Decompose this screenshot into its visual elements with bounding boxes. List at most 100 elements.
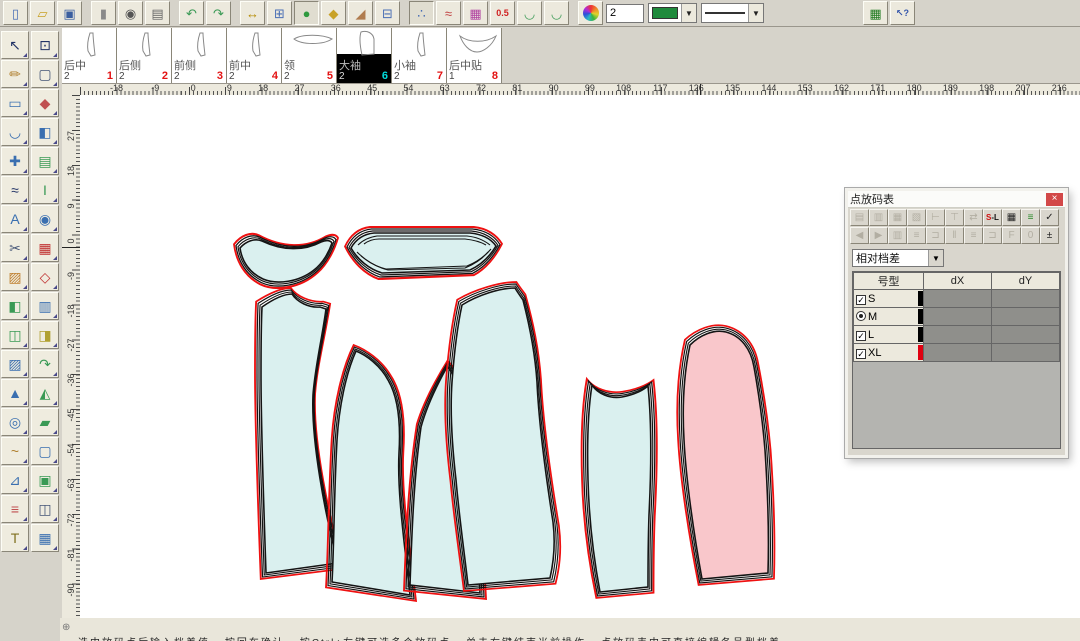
f-zero-button[interactable]: F [1002, 227, 1021, 244]
line-style-select[interactable]: ▼ [701, 3, 764, 23]
grading-table-button[interactable]: ▦ [1002, 209, 1021, 226]
curtain-tool[interactable]: ▦ [31, 524, 59, 552]
next-size-button[interactable]: ▶ [869, 227, 888, 244]
dy-cell-XL[interactable] [992, 344, 1060, 362]
stitch-line-tool[interactable]: ≡ [1, 495, 29, 523]
panel-titlebar[interactable]: 点放码表 × [848, 191, 1065, 208]
copy-corner-button[interactable]: ⊐ [926, 227, 945, 244]
chevron-down-icon[interactable]: ▼ [748, 4, 763, 22]
dx-cell-XL[interactable] [924, 344, 992, 362]
piece-tab-4[interactable]: 前中24 [227, 28, 282, 83]
rotate-piece-tool[interactable]: ↷ [31, 350, 59, 378]
piece-tab-8[interactable]: 后中贴18 [447, 28, 502, 83]
chevron-down-icon[interactable]: ▼ [928, 250, 943, 266]
send-net-button[interactable]: ⊟ [375, 1, 400, 25]
zero-steps-button[interactable]: 0 [1021, 227, 1040, 244]
dx-cell-L[interactable] [924, 326, 992, 344]
size-radio[interactable] [856, 311, 866, 321]
dy-cell-S[interactable] [992, 290, 1060, 308]
back-side-piece[interactable] [332, 351, 410, 595]
undo-button[interactable]: ↶ [179, 1, 204, 25]
color-size-grid-button[interactable]: ▦ [463, 1, 488, 25]
save-file-button[interactable]: ▣ [57, 1, 82, 25]
piece-tab-7[interactable]: 小袖27 [392, 28, 447, 83]
trapezoid-tool[interactable]: ▰ [31, 408, 59, 436]
curve-concave-button[interactable]: ◡ [517, 1, 542, 25]
piece-tab-3[interactable]: 前侧23 [172, 28, 227, 83]
curve-notch-button[interactable]: ◡ [544, 1, 569, 25]
curve-chart-button[interactable]: ≈ [436, 1, 461, 25]
bag-tool[interactable]: ◧ [1, 292, 29, 320]
copy-grading-button[interactable]: ▦ [888, 209, 907, 226]
point-cross-tool[interactable]: ✚ [1, 147, 29, 175]
sewing-machine-tool[interactable]: ▥ [31, 292, 59, 320]
window-grid-button[interactable]: ⊞ [267, 1, 292, 25]
piece-tab-2[interactable]: 后侧22 [117, 28, 172, 83]
grading-mode-dropdown[interactable]: 相对档差 ▼ [852, 249, 944, 267]
pair-lines-button[interactable]: ‖ [945, 227, 964, 244]
arc-tool[interactable]: ◡ [1, 118, 29, 146]
dx-cell-S[interactable] [924, 290, 992, 308]
size-cell-M[interactable]: M [854, 308, 924, 326]
patch-tool[interactable]: ▤ [31, 147, 59, 175]
pencil-tool[interactable]: ✏ [1, 60, 29, 88]
measure-star-button[interactable]: ↔ [240, 1, 265, 25]
size-checkbox[interactable]: ✓ [856, 331, 866, 341]
pleats-tool[interactable]: ▲ [1, 379, 29, 407]
plotter-button[interactable]: ▤ [145, 1, 170, 25]
color-wheel-button[interactable] [578, 1, 603, 25]
color-select[interactable]: ▼ [648, 3, 697, 23]
size-checkbox[interactable]: ✓ [856, 349, 866, 359]
front-center-piece[interactable] [451, 288, 554, 585]
size-cell-L[interactable]: ✓L [854, 326, 924, 344]
align-dx-button[interactable]: ⊢ [926, 209, 945, 226]
hatch-tool[interactable]: ▨ [1, 350, 29, 378]
vertical-lines-button[interactable]: ▥ [888, 227, 907, 244]
move-step-half-button[interactable]: 0.5 [490, 1, 515, 25]
size-checkbox[interactable]: ✓ [856, 295, 866, 305]
eraser-tool[interactable]: ▨ [1, 263, 29, 291]
v-check-button[interactable]: ✓ [1040, 209, 1059, 226]
point-grading-table-button[interactable]: ∴ [409, 1, 434, 25]
size-list-button[interactable]: ≡ [1021, 209, 1040, 226]
wave-adjust-tool[interactable]: ~ [1, 437, 29, 465]
copy-button[interactable]: ▤ [850, 209, 869, 226]
seam-allowance-tool[interactable]: ◆ [31, 89, 59, 117]
align-dy-button[interactable]: ⊤ [945, 209, 964, 226]
paste-grading-button[interactable]: ▧ [907, 209, 926, 226]
small-sleeve-piece[interactable] [588, 385, 651, 592]
digitizer-button[interactable]: ▮ [91, 1, 116, 25]
redo-button[interactable]: ↷ [206, 1, 231, 25]
horizontal-lines-button[interactable]: ≡ [907, 227, 926, 244]
red-polygon-tool[interactable]: ◇ [31, 263, 59, 291]
xy-plusminus-button[interactable]: ± [1040, 227, 1059, 244]
swap-xy-button[interactable]: ⇄ [964, 209, 983, 226]
equal-lines-button[interactable]: ≡ [964, 227, 983, 244]
split-piece-tool[interactable]: ◫ [1, 321, 29, 349]
curve-pair-tool[interactable]: ≈ [1, 176, 29, 204]
text-a-tool[interactable]: A [1, 205, 29, 233]
measure-piece-tool[interactable]: ◨ [31, 321, 59, 349]
spiral-tool[interactable]: ◎ [1, 408, 29, 436]
round-corner-tool[interactable]: ▢ [31, 437, 59, 465]
pattern-piece-button[interactable]: ● [294, 1, 319, 25]
dx-cell-M[interactable] [924, 308, 992, 326]
flip-tool[interactable]: ⊿ [1, 466, 29, 494]
help-cursor-button[interactable]: ↖? [890, 1, 915, 25]
pocket-tool[interactable]: ▢ [31, 60, 59, 88]
notch-tool[interactable]: ▣ [31, 466, 59, 494]
paste-button[interactable]: ▥ [869, 209, 888, 226]
back-center-piece[interactable] [261, 294, 338, 573]
s-l-range-button[interactable]: S-L [983, 209, 1002, 226]
lock-user-button[interactable]: ◆ [321, 1, 346, 25]
size-cell-S[interactable]: ✓S [854, 290, 924, 308]
piece-tab-5[interactable]: 领25 [282, 28, 337, 83]
width-input[interactable] [606, 4, 644, 23]
brush-button[interactable]: ◢ [348, 1, 373, 25]
photo-capture-button[interactable]: ◉ [118, 1, 143, 25]
size-cell-XL[interactable]: ✓XL [854, 344, 924, 362]
cut-tool[interactable]: ✂ [1, 234, 29, 262]
rectangle-tool[interactable]: ▭ [1, 89, 29, 117]
frame-select-tool[interactable]: ⊡ [31, 31, 59, 59]
open-file-button[interactable]: ▱ [30, 1, 55, 25]
